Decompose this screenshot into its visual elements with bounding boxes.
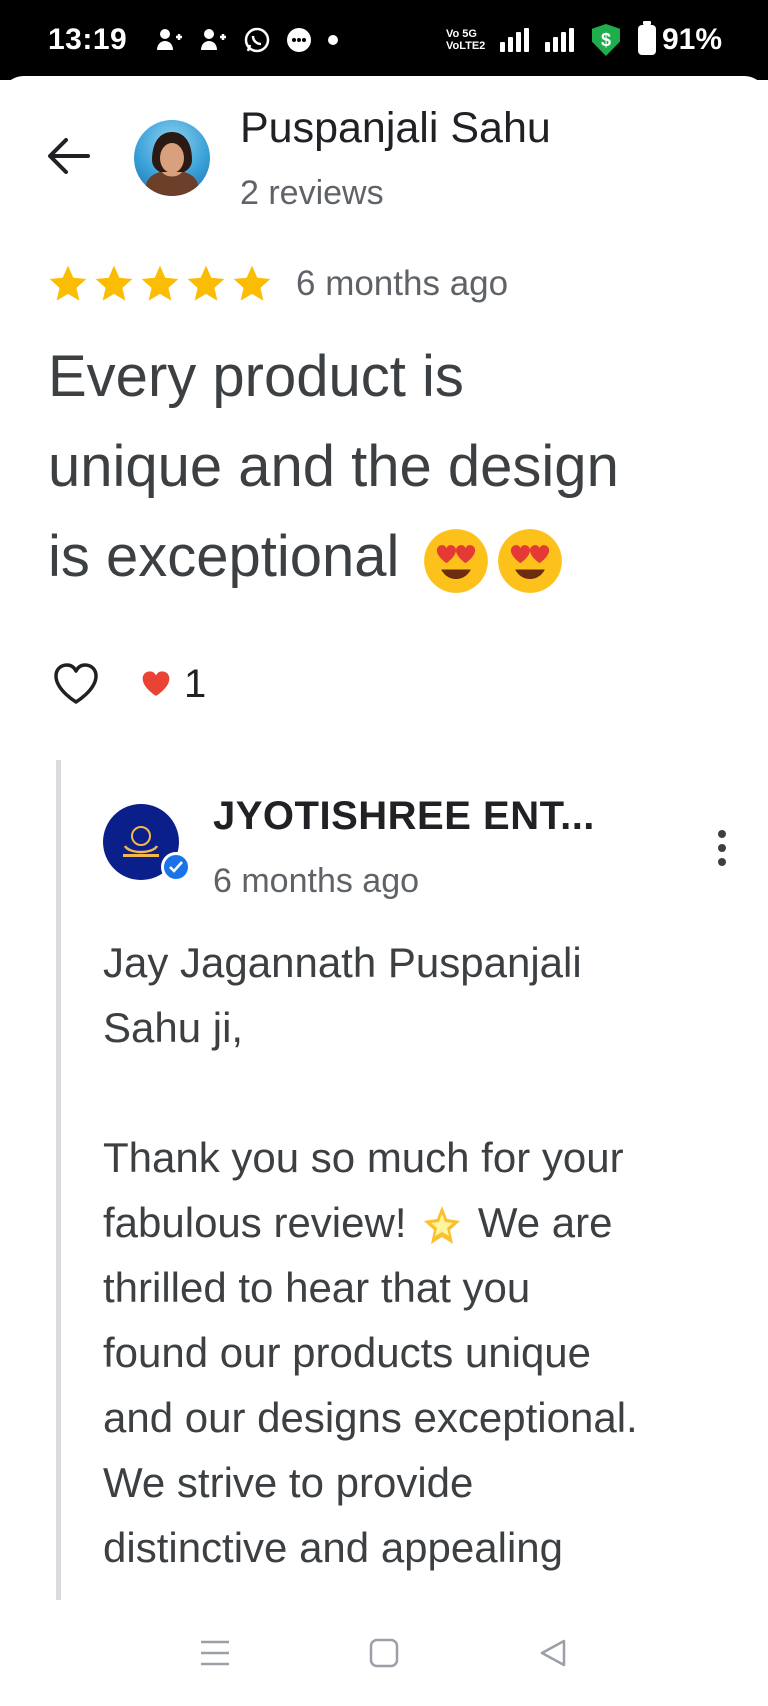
shield-dollar-icon: $ <box>591 24 620 56</box>
more-dot-icon <box>718 830 726 838</box>
like-count-number: 1 <box>184 661 207 706</box>
owner-reply-text: Jay Jagannath Puspanjali Sahu ji, Thank … <box>103 930 703 1580</box>
reply-line: fabulous review! <box>103 1199 407 1246</box>
reviewer-review-count: 2 reviews <box>240 174 384 212</box>
star-rating <box>46 262 274 306</box>
network-label-top: Vo 5G <box>445 28 477 40</box>
reply-line: We are <box>477 1199 613 1246</box>
review-sheet: Puspanjali Sahu 2 reviews 6 months ago E… <box>0 76 768 1706</box>
status-time: 13:19 <box>48 23 128 56</box>
review-text-line: is exceptional <box>48 524 400 589</box>
more-dot-icon <box>718 844 726 852</box>
more-dot-icon <box>718 858 726 866</box>
reply-line-with-emoji: fabulous review! We are <box>103 1190 703 1255</box>
review-text-line: unique and the design <box>48 434 619 499</box>
recents-button[interactable] <box>185 1623 245 1683</box>
chat-bubble-icon <box>285 26 313 54</box>
network-label-bottom: VoLTE2 <box>445 40 486 52</box>
reply-line: Jay Jagannath Puspanjali <box>103 939 582 986</box>
star-icon <box>49 265 87 301</box>
heart-eyes-emoji-icon <box>423 528 488 593</box>
menu-icon <box>200 1640 229 1666</box>
signal-icon <box>499 28 529 52</box>
reactions-row: 1 <box>48 656 206 712</box>
battery-percent: 91% <box>661 23 722 56</box>
star-icon <box>233 265 271 301</box>
reply-line: distinctive and appealing <box>103 1524 563 1571</box>
star-icon <box>187 265 225 301</box>
reply-line: found our products unique <box>103 1329 592 1376</box>
signal-icon <box>544 28 574 52</box>
rating-row: 6 months ago <box>46 262 508 306</box>
like-button[interactable] <box>48 656 104 712</box>
reviewer-name[interactable]: Puspanjali Sahu <box>240 104 551 153</box>
verified-badge-icon <box>161 852 191 882</box>
reply-line: We strive to provide <box>103 1459 474 1506</box>
back-triangle-icon <box>541 1639 566 1667</box>
reply-line: Thank you so much for your <box>103 1134 624 1181</box>
review-header: Puspanjali Sahu 2 reviews <box>0 76 768 236</box>
network-label: Vo 5G VoLTE2 <box>446 28 492 52</box>
reply-body: Thank you so much for your fabulous revi… <box>103 1125 703 1580</box>
battery-icon <box>637 21 656 55</box>
reply-line: Sahu ji, <box>103 1004 244 1051</box>
reply-line: and our designs exceptional. <box>103 1394 638 1441</box>
status-bar: 13:19 Vo 5G VoLTE2 $ 91% <box>0 0 768 80</box>
system-nav-bar <box>0 1600 768 1706</box>
whatsapp-icon <box>243 26 271 54</box>
person-add-icon <box>199 26 229 54</box>
more-options-button[interactable] <box>698 820 746 876</box>
arrow-back-icon <box>48 138 90 174</box>
review-text-line: Every product is <box>48 344 464 409</box>
back-button[interactable] <box>36 128 100 184</box>
back-nav-button[interactable] <box>523 1623 583 1683</box>
dot-icon <box>327 34 339 46</box>
home-square-icon <box>369 1638 399 1668</box>
owner-reply-time: 6 months ago <box>213 862 420 900</box>
review-time: 6 months ago <box>296 264 509 303</box>
home-button[interactable] <box>354 1623 414 1683</box>
star-icon <box>141 265 179 301</box>
reply-line: thrilled to hear that you <box>103 1264 531 1311</box>
heart-filled-icon <box>142 671 170 696</box>
star-icon <box>95 265 133 301</box>
review-text-last-line: is exceptional <box>48 512 738 602</box>
owner-name[interactable]: JYOTISHREE ENT... <box>213 794 595 839</box>
sparkle-star-icon <box>424 1205 461 1244</box>
like-count: 1 <box>140 662 206 707</box>
person-add-icon <box>155 26 185 54</box>
reviewer-avatar[interactable] <box>134 120 210 196</box>
heart-eyes-emoji-icon <box>497 528 562 593</box>
heart-outline-icon <box>54 663 98 704</box>
reply-greeting: Jay Jagannath Puspanjali Sahu ji, <box>103 930 703 1060</box>
owner-reply: JYOTISHREE ENT... 6 months ago Jay Jagan… <box>56 760 756 1666</box>
review-text: Every product is unique and the design i… <box>48 332 738 602</box>
